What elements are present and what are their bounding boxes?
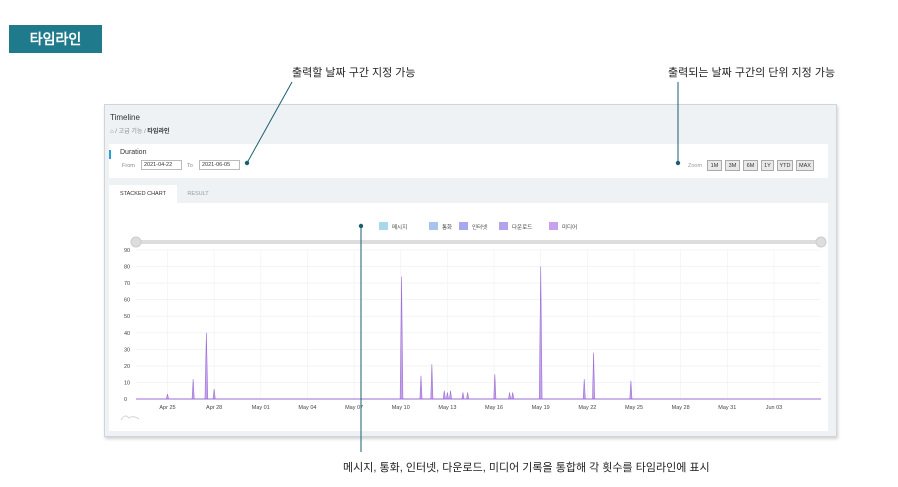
legend-swatch: [499, 222, 508, 230]
legend-swatch: [549, 222, 558, 230]
data-spike: [442, 390, 446, 400]
x-tick-label: May 31: [718, 405, 736, 411]
data-spike: [466, 392, 470, 400]
x-tick-label: May 25: [625, 405, 643, 411]
from-date-input[interactable]: 2021-04-22: [141, 160, 182, 170]
window-title: Timeline: [110, 113, 140, 122]
navigator-mini-chart: [120, 415, 140, 421]
x-tick-label: May 04: [298, 405, 316, 411]
data-spike: [629, 380, 633, 400]
callout-zoom-unit: 출력되는 날짜 구간의 단위 지정 가능: [668, 67, 836, 79]
duration-panel: Duration From 2021-04-22 To 2021-06-05 Z…: [109, 144, 828, 178]
page-header: 타임라인: [9, 25, 102, 53]
data-spike: [430, 364, 434, 400]
breadcrumb-parent[interactable]: 고급 기능: [119, 129, 143, 135]
zoom-1y-button[interactable]: 1Y: [761, 160, 774, 171]
legend-swatch: [459, 222, 468, 230]
data-spike: [166, 393, 169, 400]
x-tick-label: May 10: [392, 405, 410, 411]
x-tick-label: May 19: [532, 405, 550, 411]
zoom-max-button[interactable]: MAX: [796, 160, 814, 171]
legend-label: 다운로드: [512, 223, 532, 231]
y-tick-label: 50: [124, 314, 130, 320]
home-icon[interactable]: ⌂: [110, 129, 114, 135]
to-label: To: [187, 163, 193, 169]
timeline-chart: 메시지 통화 인터넷 다운로드 미디어 0 10 20 30 40 50 60 70 80 90 Apr 25…: [120, 222, 827, 421]
x-tick-label: May 01: [252, 405, 270, 411]
data-spike: [445, 392, 449, 400]
data-spike: [511, 392, 515, 400]
y-tick-label: 30: [124, 347, 130, 353]
legend-label: 인터넷: [472, 223, 487, 231]
data-spike: [582, 379, 586, 400]
zoom-3m-button[interactable]: 3M: [725, 160, 740, 171]
from-label: From: [122, 163, 135, 169]
x-tick-label: May 28: [672, 405, 690, 411]
zoom-label: Zoom: [688, 163, 703, 169]
callout-date-range: 출력할 날짜 구간 지정 가능: [292, 67, 416, 79]
data-spike: [204, 332, 209, 400]
legend-swatch: [379, 222, 388, 230]
y-tick-label: 20: [124, 364, 130, 370]
data-spike: [191, 379, 195, 400]
tab-result[interactable]: RESULT: [179, 185, 217, 203]
tab-stacked-chart[interactable]: STACKED CHART: [109, 185, 177, 203]
x-tick-label: May 13: [438, 405, 456, 411]
data-spike: [592, 352, 595, 400]
callout-bottom: 메시지, 통화, 인터넷, 다운로드, 미디어 기록을 통합해 각 횟수를 타임…: [343, 462, 710, 474]
range-handle-right[interactable]: [815, 236, 827, 248]
zoom-1m-button[interactable]: 1M: [707, 160, 722, 171]
data-spike: [508, 392, 512, 400]
data-spike: [538, 266, 543, 400]
chart-panel: 메시지 통화 인터넷 다운로드 미디어 0 10 20 30 40 50 60 70 80 90 Apr 25…: [109, 203, 828, 431]
y-tick-label: 70: [124, 281, 130, 287]
x-tick-label: Jun 03: [766, 405, 783, 411]
duration-label: Duration: [120, 149, 147, 156]
page-title: 타임라인: [29, 31, 82, 47]
y-tick-label: 80: [124, 265, 130, 271]
zoom-ytd-button[interactable]: YTD: [777, 160, 793, 171]
y-tick-label: 90: [124, 248, 130, 254]
y-tick-label: 10: [124, 380, 130, 386]
y-tick-label: 40: [124, 331, 130, 337]
data-spike: [461, 392, 465, 400]
x-tick-label: May 22: [578, 405, 596, 411]
x-tick-label: Apr 28: [206, 405, 222, 411]
legend-label: 메시지: [392, 223, 407, 231]
zoom-6m-button[interactable]: 6M: [743, 160, 758, 171]
data-spike: [419, 375, 423, 400]
legend-swatch: [429, 222, 438, 230]
breadcrumb: ⌂ / 고급 기능 / 타임라인: [110, 126, 170, 135]
breadcrumb-sep: /: [115, 129, 117, 135]
y-tick-label: 60: [124, 298, 130, 304]
breadcrumb-sep: /: [144, 129, 146, 135]
x-tick-label: Apr 25: [159, 405, 175, 411]
range-slider-track: [136, 240, 821, 244]
duration-accent-bar: [109, 150, 111, 159]
y-tick-label: 0: [124, 397, 127, 403]
breadcrumb-current: 타임라인: [147, 129, 170, 135]
to-date-input[interactable]: 2021-06-05: [199, 160, 240, 170]
x-tick-label: May 07: [345, 405, 363, 411]
timeline-window: Timeline ⌂ / 고급 기능 / 타임라인 Duration From …: [104, 104, 837, 437]
data-spike: [212, 389, 216, 400]
x-tick-label: May 16: [485, 405, 503, 411]
legend-label: 통화: [442, 224, 452, 231]
data-spike: [449, 390, 452, 400]
legend-label: 미디어: [562, 223, 577, 231]
range-handle-left[interactable]: [130, 236, 142, 248]
